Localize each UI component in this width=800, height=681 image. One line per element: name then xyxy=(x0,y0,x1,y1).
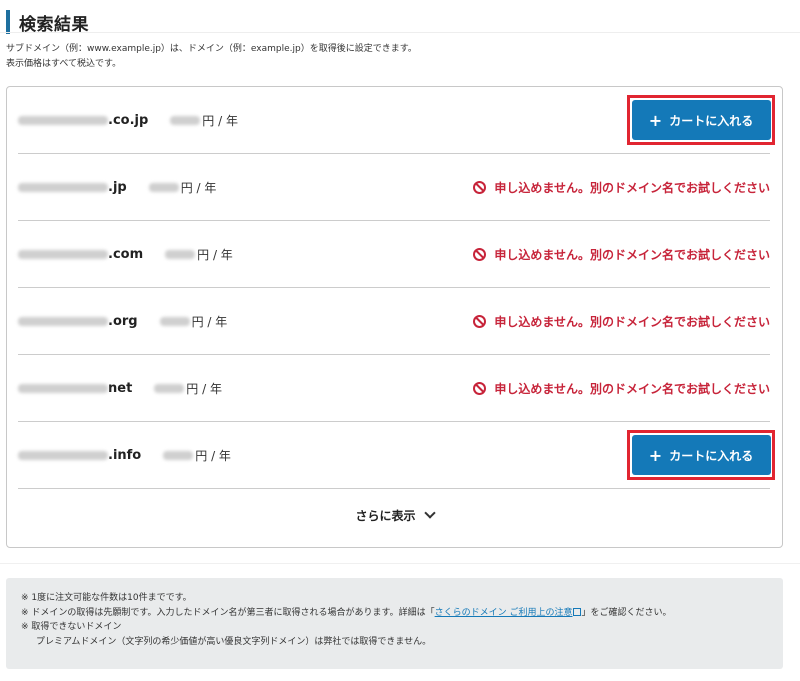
price-unit: 円 / 年 xyxy=(186,381,222,396)
add-to-cart-button[interactable]: + カートに入れる xyxy=(631,100,771,140)
intro-text: サブドメイン（例：www.example.jp）は、ドメイン（例：example… xyxy=(6,42,417,72)
result-row: .co.jp 円 / 年 + カートに入れる xyxy=(18,87,775,154)
price-redacted xyxy=(154,383,185,393)
domain-name-redacted xyxy=(18,383,108,393)
note-order-limit: ※ 1度に注文可能な件数は10件までです。 xyxy=(21,593,192,603)
price-unit: 円 / 年 xyxy=(191,314,228,329)
page-title: 検索結果 xyxy=(19,14,89,35)
unavailable-status: 申し込めません。別のドメイン名でお試しください xyxy=(473,380,770,397)
domain-tld: .info xyxy=(108,447,142,463)
chevron-down-icon xyxy=(423,506,436,519)
price-redacted xyxy=(170,115,201,125)
unavailable-message: 申し込めません。別のドメイン名でお試しください xyxy=(494,180,770,195)
domain-name-redacted xyxy=(18,450,108,460)
notes-box: ※ 1度に注文可能な件数は10件までです。 ※ ドメインの取得は先願制です。入力… xyxy=(6,578,783,669)
result-row: .info 円 / 年 + カートに入れる xyxy=(18,422,775,489)
price-unit: 円 / 年 xyxy=(202,113,238,128)
price-unit: 円 / 年 xyxy=(180,180,217,195)
unavailable-message: 申し込めません。別のドメイン名でお試しください xyxy=(494,247,770,262)
heading-divider xyxy=(0,32,800,33)
domain-tld: .co.jp xyxy=(108,112,149,128)
domain-tld: .com xyxy=(108,246,144,262)
terms-link[interactable]: さくらのドメイン ご利用上の注意 xyxy=(435,608,573,618)
unavailable-status: 申し込めません。別のドメイン名でお試しください xyxy=(473,179,770,196)
result-row: .com 円 / 年 申し込めません。別のドメイン名でお試しください xyxy=(18,221,770,288)
unavailable-status: 申し込めません。別のドメイン名でお試しください xyxy=(473,313,770,330)
note-premium-domain: プレミアムドメイン（文字列の希少価値が高い優良文字列ドメイン）は弊社では取得でき… xyxy=(36,636,432,647)
domain-tld: .org xyxy=(108,313,138,329)
section-heading: 検索結果 xyxy=(6,10,89,35)
results-panel: .co.jp 円 / 年 + カートに入れる .jp 円 / 年 申し込めません… xyxy=(6,86,783,548)
price-redacted xyxy=(159,316,190,326)
domain-name-redacted xyxy=(18,316,108,326)
note-first-come-suffix: 」をご確認ください。 xyxy=(581,607,672,618)
note-first-come: ※ ドメインの取得は先願制です。入力したドメイン名が第三者に取得される場合があり… xyxy=(21,606,768,621)
ban-icon xyxy=(473,314,487,328)
external-link-icon xyxy=(573,607,582,616)
note-unavailable-heading: ※ 取得できないドメイン xyxy=(21,622,122,632)
domain-name-redacted xyxy=(18,115,108,125)
intro-line-tax: 表示価格はすべて税込です。 xyxy=(6,59,122,69)
domain-tld: net xyxy=(108,380,133,396)
result-row: .jp 円 / 年 申し込めません。別のドメイン名でお試しください xyxy=(18,154,770,221)
unavailable-message: 申し込めません。別のドメイン名でお試しください xyxy=(494,381,770,396)
plus-icon: + xyxy=(648,445,663,465)
price-unit: 円 / 年 xyxy=(197,247,233,262)
add-to-cart-label: カートに入れる xyxy=(669,113,754,128)
show-more-button[interactable]: さらに表示 xyxy=(7,500,782,530)
show-more-label: さらに表示 xyxy=(355,508,416,523)
price-redacted xyxy=(165,249,196,259)
domain-tld: .jp xyxy=(108,179,127,195)
intro-line-subdomain: サブドメイン（例：www.example.jp）は、ドメイン（例：example… xyxy=(6,44,417,54)
price-redacted xyxy=(148,182,179,192)
section-divider xyxy=(0,563,800,564)
result-row: net 円 / 年 申し込めません。別のドメイン名でお試しください xyxy=(18,355,770,422)
unavailable-status: 申し込めません。別のドメイン名でお試しください xyxy=(473,246,770,263)
unavailable-message: 申し込めません。別のドメイン名でお試しください xyxy=(494,314,770,329)
cart-button-highlight: + カートに入れる xyxy=(627,430,775,480)
ban-icon xyxy=(473,247,487,261)
result-row: .org 円 / 年 申し込めません。別のドメイン名でお試しください xyxy=(18,288,770,355)
price-redacted xyxy=(163,450,194,460)
domain-name-redacted xyxy=(18,182,108,192)
plus-icon: + xyxy=(648,110,663,130)
price-unit: 円 / 年 xyxy=(195,448,231,463)
note-first-come-text: ※ ドメインの取得は先願制です。入力したドメイン名が第三者に取得される場合があり… xyxy=(21,607,435,618)
add-to-cart-button[interactable]: + カートに入れる xyxy=(631,435,771,475)
domain-name-redacted xyxy=(18,249,108,259)
add-to-cart-label: カートに入れる xyxy=(669,448,754,463)
ban-icon xyxy=(473,381,487,395)
cart-button-highlight: + カートに入れる xyxy=(627,95,775,145)
ban-icon xyxy=(473,180,487,194)
